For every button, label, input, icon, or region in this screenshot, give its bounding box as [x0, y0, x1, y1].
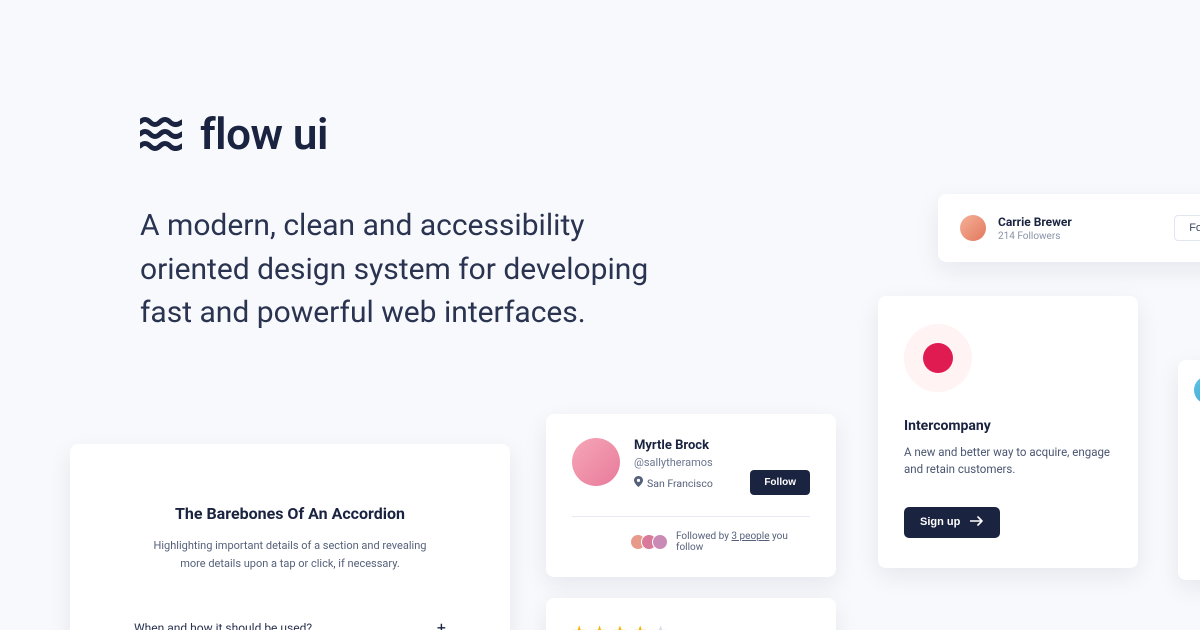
brand-title: flow ui: [200, 108, 328, 160]
star-icon: ★: [633, 622, 647, 630]
location-pin-icon: [634, 476, 643, 490]
brand: flow ui: [140, 108, 780, 160]
followed-by-prefix: Followed by: [676, 531, 729, 542]
avatar: [572, 438, 620, 486]
logo-dot-icon: [923, 343, 953, 373]
follower-card: Carrie Brewer 214 Followers Follow: [938, 194, 1200, 262]
rating-card: ★ ★ ★ ★ ★: [546, 598, 836, 630]
divider: [572, 516, 810, 517]
profile-card: Myrtle Brock @sallytheramos San Francisc…: [546, 414, 836, 577]
wave-logo-icon: [140, 117, 182, 151]
accordion-title: The Barebones Of An Accordion: [134, 504, 446, 523]
star-icon: ★: [613, 622, 627, 630]
follower-name: Carrie Brewer: [998, 215, 1174, 229]
accordion-desc: Highlighting important details of a sect…: [134, 537, 446, 572]
star-icon: ★: [653, 622, 667, 630]
follow-button[interactable]: Follow: [750, 470, 810, 495]
follow-button[interactable]: Follow: [1174, 215, 1200, 241]
tagline: A modern, clean and accessibility orient…: [140, 204, 700, 335]
peek-card: [1178, 360, 1200, 580]
hero: flow ui A modern, clean and accessibilit…: [140, 108, 780, 335]
follower-info: Carrie Brewer 214 Followers: [998, 215, 1174, 242]
accordion-item-label: When and how it should be used?: [134, 621, 312, 630]
followed-by-link[interactable]: 3 people: [731, 531, 769, 542]
avatar-pile: [630, 534, 668, 550]
followed-by-row: Followed by 3 people you follow: [572, 531, 810, 553]
avatar: [652, 534, 668, 550]
location-text: San Francisco: [647, 477, 713, 490]
profile-name: Myrtle Brock: [634, 438, 810, 453]
star-icon: ★: [572, 622, 586, 630]
intercompany-title: Intercompany: [904, 418, 1112, 434]
accordion-item[interactable]: When and how it should be used? +: [134, 618, 446, 630]
plus-icon: +: [437, 618, 446, 630]
star-icon: ★: [592, 622, 606, 630]
arrow-right-icon: [970, 516, 984, 529]
signup-label: Sign up: [920, 516, 960, 528]
star-rating: ★ ★ ★ ★ ★: [572, 622, 810, 630]
profile-handle: @sallytheramos: [634, 456, 810, 469]
signup-button[interactable]: Sign up: [904, 507, 1000, 538]
intercompany-card: Intercompany A new and better way to acq…: [878, 296, 1138, 568]
avatar: [960, 215, 986, 241]
accordion-card: The Barebones Of An Accordion Highlighti…: [70, 444, 510, 630]
intercompany-desc: A new and better way to acquire, engage …: [904, 444, 1112, 479]
follower-count: 214 Followers: [998, 231, 1174, 242]
avatar: [1194, 376, 1200, 404]
company-logo: [904, 324, 972, 392]
